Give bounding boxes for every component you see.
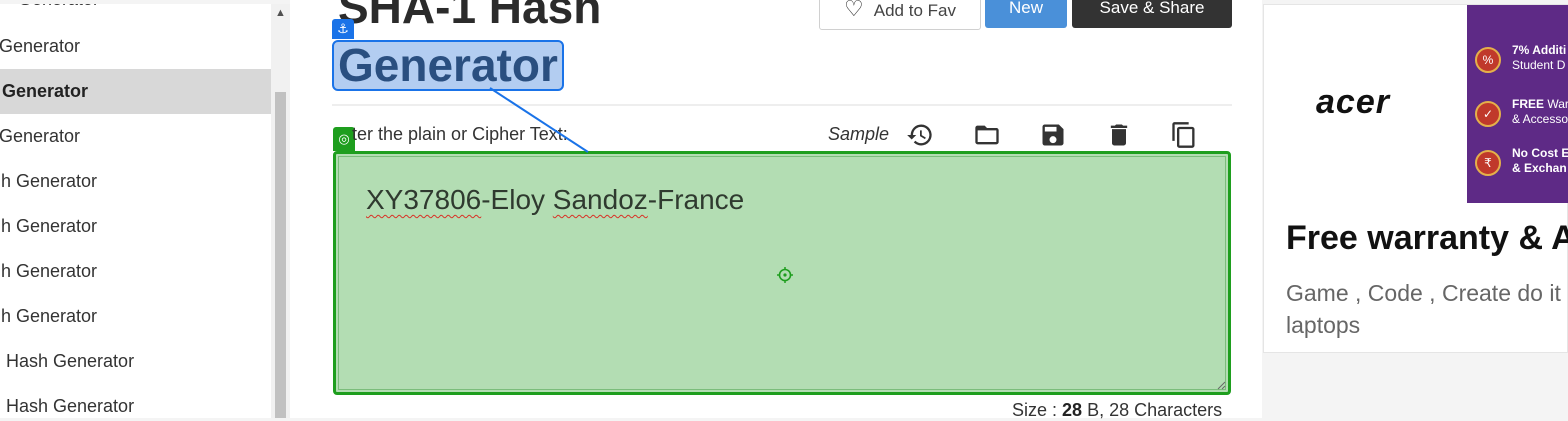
sidebar-item-label: h Generator	[1, 261, 98, 281]
ad-perk: ✓ FREE War & Accesso	[1475, 97, 1568, 137]
sidebar-item-label: Generator	[2, 81, 89, 101]
sidebar-item-active[interactable]: Generator	[0, 69, 271, 114]
main-content: SHA-1 Hash ⚓ Generator ♡ Add to Fav New S…	[290, 0, 1262, 420]
shield-badge-icon: ✓	[1475, 101, 1501, 127]
copy-icon[interactable]	[1170, 121, 1198, 149]
scroll-up-arrow-icon[interactable]: ▲	[271, 4, 290, 22]
sidebar-scrollbar[interactable]: ▲	[271, 0, 290, 418]
save-share-button[interactable]: Save & Share	[1072, 0, 1232, 28]
sidebar-item[interactable]: Hash Generator	[0, 339, 271, 384]
percent-badge-icon: %	[1475, 47, 1501, 73]
sidebar-item[interactable]: h Generator	[0, 204, 271, 249]
input-text-segment: -France	[647, 184, 745, 215]
sample-link[interactable]: Sample	[828, 124, 889, 145]
ad-perk: ₹ No Cost E & Exchan	[1475, 146, 1568, 186]
page-title-selected: Generator	[332, 40, 564, 91]
divider	[332, 104, 1232, 106]
misspelled-word: XY37806	[366, 184, 482, 215]
input-text-segment: -Eloy	[481, 184, 553, 215]
ad-headline[interactable]: Free warranty & A	[1286, 219, 1568, 258]
sidebar-item[interactable]: Generator	[0, 114, 271, 159]
heart-icon: ♡	[844, 0, 864, 21]
sidebar-item[interactable]: h Generator	[0, 249, 271, 294]
sidebar: Generator Generator Generator Generator …	[0, 0, 291, 418]
folder-open-icon[interactable]	[973, 121, 1001, 149]
save-icon[interactable]	[1039, 121, 1067, 149]
ad-panel[interactable]: acer % 7% Additi Student D ✓ FREE War & Ac…	[1263, 4, 1568, 353]
sidebar-item[interactable]: Generator	[0, 24, 271, 69]
acer-logo: acer	[1316, 83, 1390, 121]
sidebar-list: Generator Generator Generator Generator …	[0, 0, 271, 418]
ad-perk-text: FREE War & Accesso	[1512, 97, 1568, 126]
crosshair-icon	[777, 267, 793, 283]
sidebar-item-label: h Generator	[1, 216, 98, 236]
ad-description: Game , Code , Create do it laptops	[1286, 280, 1561, 338]
sidebar-item[interactable]: h Generator	[0, 159, 271, 204]
scrollbar-thumb[interactable]	[275, 92, 286, 418]
ad-perk-text: 7% Additi Student D	[1512, 43, 1567, 72]
exchange-badge-icon: ₹	[1475, 150, 1501, 176]
ad-perk-text: No Cost E & Exchan	[1512, 146, 1568, 175]
page-title-line1: SHA-1 Hash	[338, 0, 602, 33]
sidebar-item-label: Generator	[0, 36, 81, 56]
input-label: ter the plain or Cipher Text:	[352, 124, 568, 144]
ad-banner: % 7% Additi Student D ✓ FREE War & Accesso…	[1467, 5, 1568, 203]
sidebar-item-label: h Generator	[1, 306, 98, 326]
misspelled-word: Sandoz	[552, 184, 648, 215]
text-input-area[interactable]: XY37806-Eloy Sandoz-France	[333, 151, 1231, 395]
sidebar-item-label: h Generator	[1, 171, 98, 191]
size-bytes: 28	[1062, 400, 1083, 420]
sidebar-item[interactable]: Hash Generator	[0, 384, 271, 418]
resize-handle-icon[interactable]	[1216, 380, 1226, 390]
size-suffix: B, 28 Characters	[1082, 400, 1223, 420]
new-button[interactable]: New	[985, 0, 1067, 28]
add-to-fav-label: Add to Fav	[873, 1, 956, 20]
sidebar-item-label: Hash Generator	[6, 396, 135, 416]
sidebar-item-label: Generator	[0, 126, 81, 146]
add-to-fav-button[interactable]: ♡ Add to Fav	[819, 0, 981, 30]
sidebar-item[interactable]: h Generator	[0, 294, 271, 339]
anchor-icon: ⚓	[332, 19, 354, 39]
history-icon[interactable]	[906, 121, 934, 149]
delete-icon[interactable]	[1105, 121, 1133, 149]
input-text: XY37806-Eloy Sandoz-France	[366, 184, 744, 216]
sidebar-item-label: Hash Generator	[6, 351, 135, 371]
size-prefix: Size :	[1012, 400, 1063, 420]
ad-perk: % 7% Additi Student D	[1475, 43, 1568, 83]
